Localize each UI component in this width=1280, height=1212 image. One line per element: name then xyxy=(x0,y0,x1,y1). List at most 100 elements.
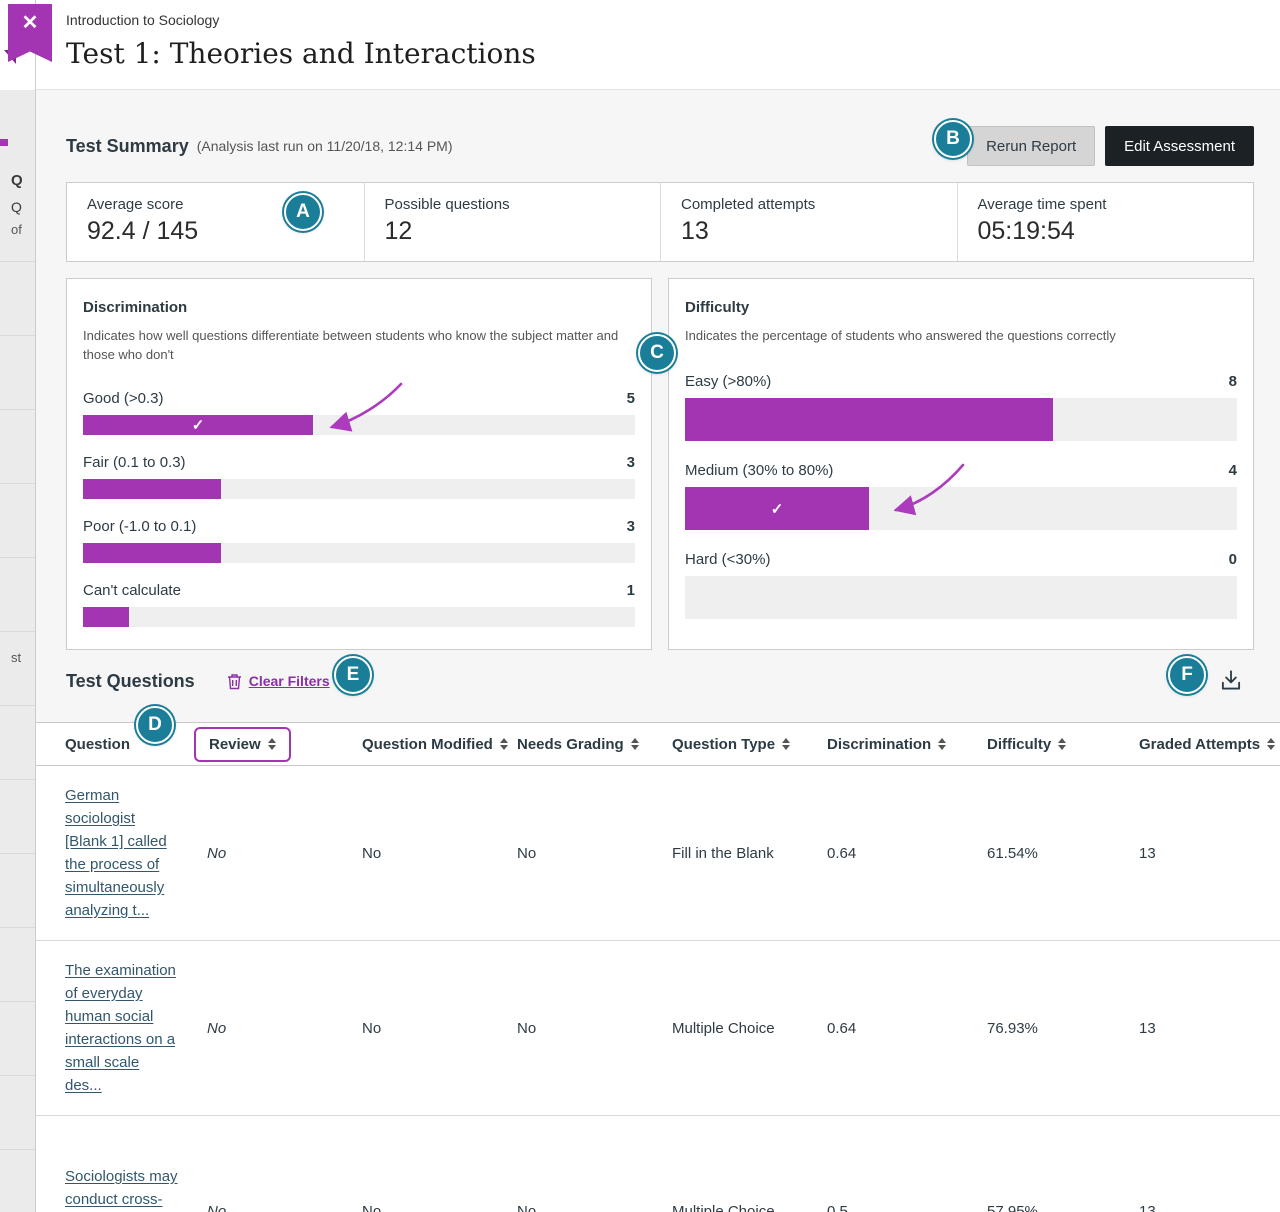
stat-value: 05:19:54 xyxy=(978,217,1234,246)
sortable-header[interactable]: Difficulty xyxy=(987,736,1066,753)
sort-icon xyxy=(938,738,946,750)
difficulty-subtitle: Indicates the percentage of students who… xyxy=(685,326,1237,345)
table-row: Sociologists may conduct cross-cultural … xyxy=(36,1116,1280,1212)
cell-needs-grading: No xyxy=(517,1020,672,1037)
cell-attempts: 13 xyxy=(1139,845,1276,862)
column-header-question-type: Question Type xyxy=(672,736,827,753)
sort-icon xyxy=(1267,738,1275,750)
discrimination-subtitle: Indicates how well questions differentia… xyxy=(83,326,635,364)
bar-track xyxy=(685,576,1237,619)
sortable-header[interactable]: Review xyxy=(194,727,291,762)
column-label: Question Type xyxy=(672,736,775,753)
bar-medium-30-to-80: Medium (30% to 80%)4✓ xyxy=(685,462,1237,530)
column-header-review: Review xyxy=(207,727,362,762)
clear-filters-link[interactable]: Clear Filters xyxy=(227,673,330,690)
summary-stats-card: Average score92.4 / 145Possible question… xyxy=(66,182,1254,262)
discrimination-bars: Good (>0.3)5✓Fair (0.1 to 0.3)3Poor (-1.… xyxy=(83,390,635,627)
bar-label: Can't calculate xyxy=(83,582,181,599)
sortable-header[interactable]: Question Modified xyxy=(362,736,508,753)
column-header-discrimination: Discrimination xyxy=(827,736,987,753)
underlying-accent xyxy=(0,139,8,146)
question-link[interactable]: German sociologist [Blank 1] called the … xyxy=(65,784,178,922)
close-icon: ✕ xyxy=(8,10,52,35)
stat-value: 92.4 / 145 xyxy=(87,217,344,246)
column-label: Needs Grading xyxy=(517,736,624,753)
rerun-report-button[interactable]: Rerun Report xyxy=(967,126,1095,166)
stat-label: Completed attempts xyxy=(681,196,937,213)
discrimination-panel: Discrimination Indicates how well questi… xyxy=(66,278,652,650)
cell-review: No xyxy=(207,1020,362,1037)
cell-type: Multiple Choice xyxy=(672,1020,827,1037)
cell-discrimination: 0.5 xyxy=(827,1203,987,1212)
cell-modified: No xyxy=(362,1020,517,1037)
stat-completed-attempts: Completed attempts13 xyxy=(660,183,957,261)
bar-count: 0 xyxy=(1229,551,1237,568)
cell-difficulty: 57.95% xyxy=(987,1203,1139,1212)
summary-heading: Test Summary xyxy=(66,136,189,157)
underlying-text-fragment: Q xyxy=(11,199,22,215)
sortable-header[interactable]: Discrimination xyxy=(827,736,946,753)
test-questions-header-row: Test Questions Clear Filters xyxy=(66,664,1254,710)
bar-fill xyxy=(83,479,221,499)
check-icon: ✓ xyxy=(771,500,784,518)
cell-attempts: 13 xyxy=(1139,1203,1276,1212)
bar-track xyxy=(83,543,635,563)
column-header-needs-grading: Needs Grading xyxy=(517,736,672,753)
difficulty-bars: Easy (>80%)8Medium (30% to 80%)4✓Hard (<… xyxy=(685,373,1237,619)
difficulty-panel: Difficulty Indicates the percentage of s… xyxy=(668,278,1254,650)
sortable-header[interactable]: Graded Attempts xyxy=(1139,736,1275,753)
difficulty-title: Difficulty xyxy=(685,299,1237,316)
sortable-header[interactable]: Question xyxy=(65,736,130,753)
underlying-text-fragment: of xyxy=(11,222,22,237)
bar-label: Hard (<30%) xyxy=(685,551,770,568)
bar-count: 8 xyxy=(1229,373,1237,390)
table-row: The examination of everyday human social… xyxy=(36,941,1280,1116)
column-header-question-modified: Question Modified xyxy=(362,736,517,753)
close-button[interactable]: ✕ xyxy=(8,4,52,70)
bar-can-t-calculate: Can't calculate1 xyxy=(83,582,635,627)
clear-filters-label: Clear Filters xyxy=(249,673,330,689)
download-button[interactable] xyxy=(1218,668,1244,694)
sortable-header[interactable]: Question Type xyxy=(672,736,790,753)
bar-count: 3 xyxy=(627,518,635,535)
underlying-row-dividers xyxy=(0,188,35,1212)
bar-fill xyxy=(83,607,129,627)
sortable-header[interactable]: Needs Grading xyxy=(517,736,639,753)
question-link[interactable]: Sociologists may conduct cross-cultural … xyxy=(65,1165,178,1212)
charts-row: Discrimination Indicates how well questi… xyxy=(66,278,1254,650)
sort-icon xyxy=(1058,738,1066,750)
stat-average-time-spent: Average time spent05:19:54 xyxy=(957,183,1254,261)
download-icon xyxy=(1218,668,1244,694)
table-row: German sociologist [Blank 1] called the … xyxy=(36,766,1280,941)
test-questions-heading: Test Questions xyxy=(66,671,195,692)
bar-count: 4 xyxy=(1229,462,1237,479)
bar-label: Poor (-1.0 to 0.1) xyxy=(83,518,196,535)
summary-section: Test Summary (Analysis last run on 11/20… xyxy=(36,90,1280,722)
column-label: Graded Attempts xyxy=(1139,736,1260,753)
cell-attempts: 13 xyxy=(1139,1020,1276,1037)
summary-header-row: Test Summary (Analysis last run on 11/20… xyxy=(66,126,1254,166)
stat-label: Possible questions xyxy=(385,196,641,213)
cell-modified: No xyxy=(362,1203,517,1212)
bar-count: 5 xyxy=(627,390,635,407)
questions-table: QuestionReviewQuestion ModifiedNeeds Gra… xyxy=(36,722,1280,1212)
bar-fill: ✓ xyxy=(83,415,313,435)
question-link[interactable]: The examination of everyday human social… xyxy=(65,959,178,1097)
edit-assessment-button[interactable]: Edit Assessment xyxy=(1105,126,1254,166)
test-analysis-panel: Introduction to Sociology Test 1: Theori… xyxy=(35,0,1280,1212)
bar-track xyxy=(83,479,635,499)
summary-actions: Rerun Report Edit Assessment xyxy=(967,126,1254,166)
bar-track: ✓ xyxy=(685,487,1237,530)
bar-good-0-3: Good (>0.3)5✓ xyxy=(83,390,635,435)
cell-review: No xyxy=(207,1203,362,1212)
bar-fill xyxy=(83,543,221,563)
trash-icon xyxy=(227,673,242,690)
cell-modified: No xyxy=(362,845,517,862)
analysis-timestamp: (Analysis last run on 11/20/18, 12:14 PM… xyxy=(197,138,453,154)
cell-needs-grading: No xyxy=(517,845,672,862)
bar-fill xyxy=(685,398,1053,441)
column-label: Difficulty xyxy=(987,736,1051,753)
cell-question: The examination of everyday human social… xyxy=(65,959,207,1097)
bar-track xyxy=(685,398,1237,441)
sort-icon xyxy=(268,738,276,750)
